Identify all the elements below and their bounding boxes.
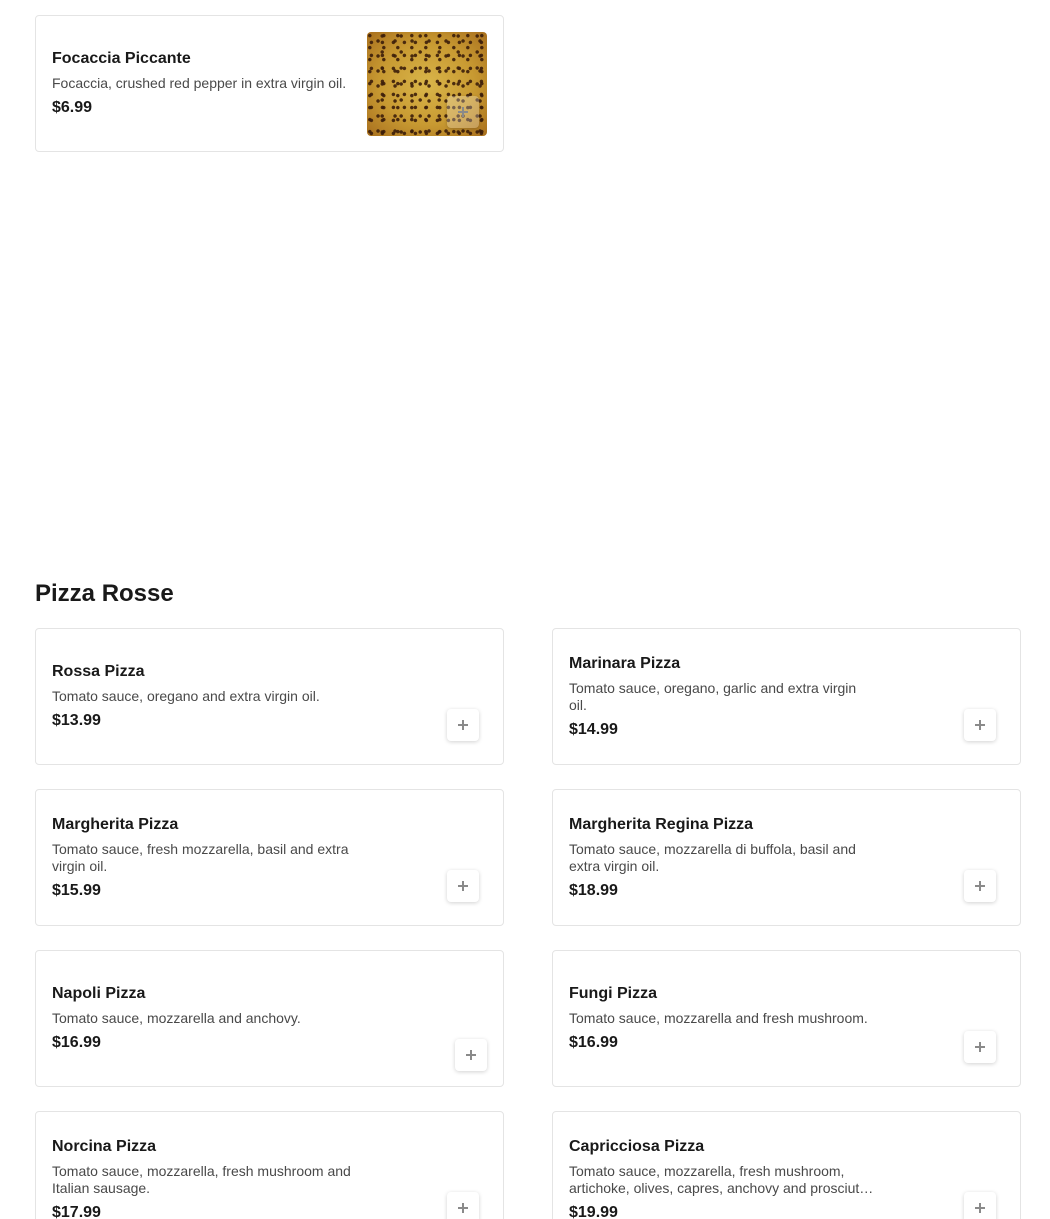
add-item-button[interactable]	[964, 870, 996, 902]
menu-item-card[interactable]: Fungi Pizza Tomato sauce, mozzarella and…	[552, 950, 1021, 1087]
menu-item-info: Rossa Pizza Tomato sauce, oregano and ex…	[52, 629, 357, 764]
plus-icon	[458, 107, 468, 117]
plus-icon	[458, 720, 468, 730]
plus-icon	[458, 1203, 468, 1213]
plus-icon	[975, 881, 985, 891]
menu-item-name: Margherita Pizza	[52, 815, 179, 833]
menu-item-card[interactable]: Marinara Pizza Tomato sauce, oregano, ga…	[552, 628, 1021, 765]
menu-item-info: Capricciosa Pizza Tomato sauce, mozzarel…	[569, 1112, 874, 1219]
menu-item-name: Napoli Pizza	[52, 985, 146, 1002]
menu-item-card[interactable]: Napoli Pizza Tomato sauce, mozzarella an…	[35, 950, 504, 1087]
plus-icon	[975, 1042, 985, 1052]
menu-item-card[interactable]: Rossa Pizza Tomato sauce, oregano and ex…	[35, 628, 504, 765]
menu-item-name: Marinara Pizza	[569, 654, 681, 672]
menu-item-price: $16.99	[569, 1034, 618, 1051]
menu-item-info: Napoli Pizza Tomato sauce, mozzarella an…	[52, 951, 357, 1086]
add-item-button[interactable]	[455, 1039, 487, 1071]
menu-item-description: Tomato sauce, mozzarella and anchovy.	[52, 1010, 301, 1026]
menu-item-description: Tomato sauce, mozzarella and fresh mushr…	[569, 1010, 868, 1026]
section-title: Pizza Rosse	[35, 580, 174, 607]
menu-item-info: Focaccia Piccante Focaccia, crushed red …	[52, 16, 357, 151]
menu-item-card[interactable]: Margherita Regina Pizza Tomato sauce, mo…	[552, 789, 1021, 926]
menu-item-card-focaccia-piccante[interactable]: Focaccia Piccante Focaccia, crushed red …	[35, 15, 504, 152]
menu-item-card[interactable]: Margherita Pizza Tomato sauce, fresh moz…	[35, 789, 504, 926]
plus-icon	[975, 720, 985, 730]
menu-item-card[interactable]: Capricciosa Pizza Tomato sauce, mozzarel…	[552, 1111, 1021, 1219]
menu-item-info: Margherita Regina Pizza Tomato sauce, mo…	[569, 790, 874, 925]
menu-item-price: $19.99	[569, 1203, 618, 1219]
plus-icon	[458, 881, 468, 891]
menu-item-price: $17.99	[52, 1203, 101, 1219]
menu-item-name: Focaccia Piccante	[52, 50, 191, 67]
add-item-button[interactable]	[447, 96, 479, 128]
menu-item-info: Norcina Pizza Tomato sauce, mozzarella, …	[52, 1112, 357, 1219]
menu-item-name: Capricciosa Pizza	[569, 1137, 705, 1155]
menu-item-name: Fungi Pizza	[569, 985, 657, 1002]
menu-item-info: Margherita Pizza Tomato sauce, fresh moz…	[52, 790, 357, 925]
menu-item-price: $16.99	[52, 1034, 101, 1051]
menu-item-description: Tomato sauce, mozzarella di buffola, bas…	[569, 840, 856, 874]
add-item-button[interactable]	[964, 1031, 996, 1063]
add-item-button[interactable]	[447, 1192, 479, 1219]
menu-item-price: $6.99	[52, 99, 93, 116]
menu-item-info: Marinara Pizza Tomato sauce, oregano, ga…	[569, 629, 874, 764]
menu-item-price: $18.99	[569, 881, 618, 899]
menu-item-price: $13.99	[52, 712, 101, 729]
menu-item-description: Tomato sauce, oregano, garlic and extra …	[569, 679, 857, 713]
add-item-button[interactable]	[964, 709, 996, 741]
menu-item-name: Margherita Regina Pizza	[569, 815, 754, 833]
menu-item-description: Tomato sauce, fresh mozzarella, basil an…	[52, 840, 349, 874]
menu-page: Focaccia Piccante Focaccia, crushed red …	[0, 0, 1050, 1219]
menu-item-name: Norcina Pizza	[52, 1137, 157, 1155]
add-item-button[interactable]	[447, 870, 479, 902]
menu-item-description: Focaccia, crushed red pepper in extra vi…	[52, 75, 347, 91]
menu-item-description: Tomato sauce, mozzarella, fresh mushroom…	[52, 1162, 351, 1196]
add-item-button[interactable]	[964, 1192, 996, 1219]
plus-icon	[975, 1203, 985, 1213]
menu-item-price: $14.99	[569, 720, 618, 738]
menu-item-name: Rossa Pizza	[52, 663, 145, 680]
menu-item-info: Fungi Pizza Tomato sauce, mozzarella and…	[569, 951, 874, 1086]
menu-item-card[interactable]: Norcina Pizza Tomato sauce, mozzarella, …	[35, 1111, 504, 1219]
menu-item-description: Tomato sauce, mozzarella, fresh mushroom…	[569, 1162, 871, 1196]
menu-item-price: $15.99	[52, 881, 101, 899]
add-item-button[interactable]	[447, 709, 479, 741]
menu-item-description: Tomato sauce, oregano and extra virgin o…	[52, 688, 320, 704]
plus-icon	[466, 1050, 476, 1060]
